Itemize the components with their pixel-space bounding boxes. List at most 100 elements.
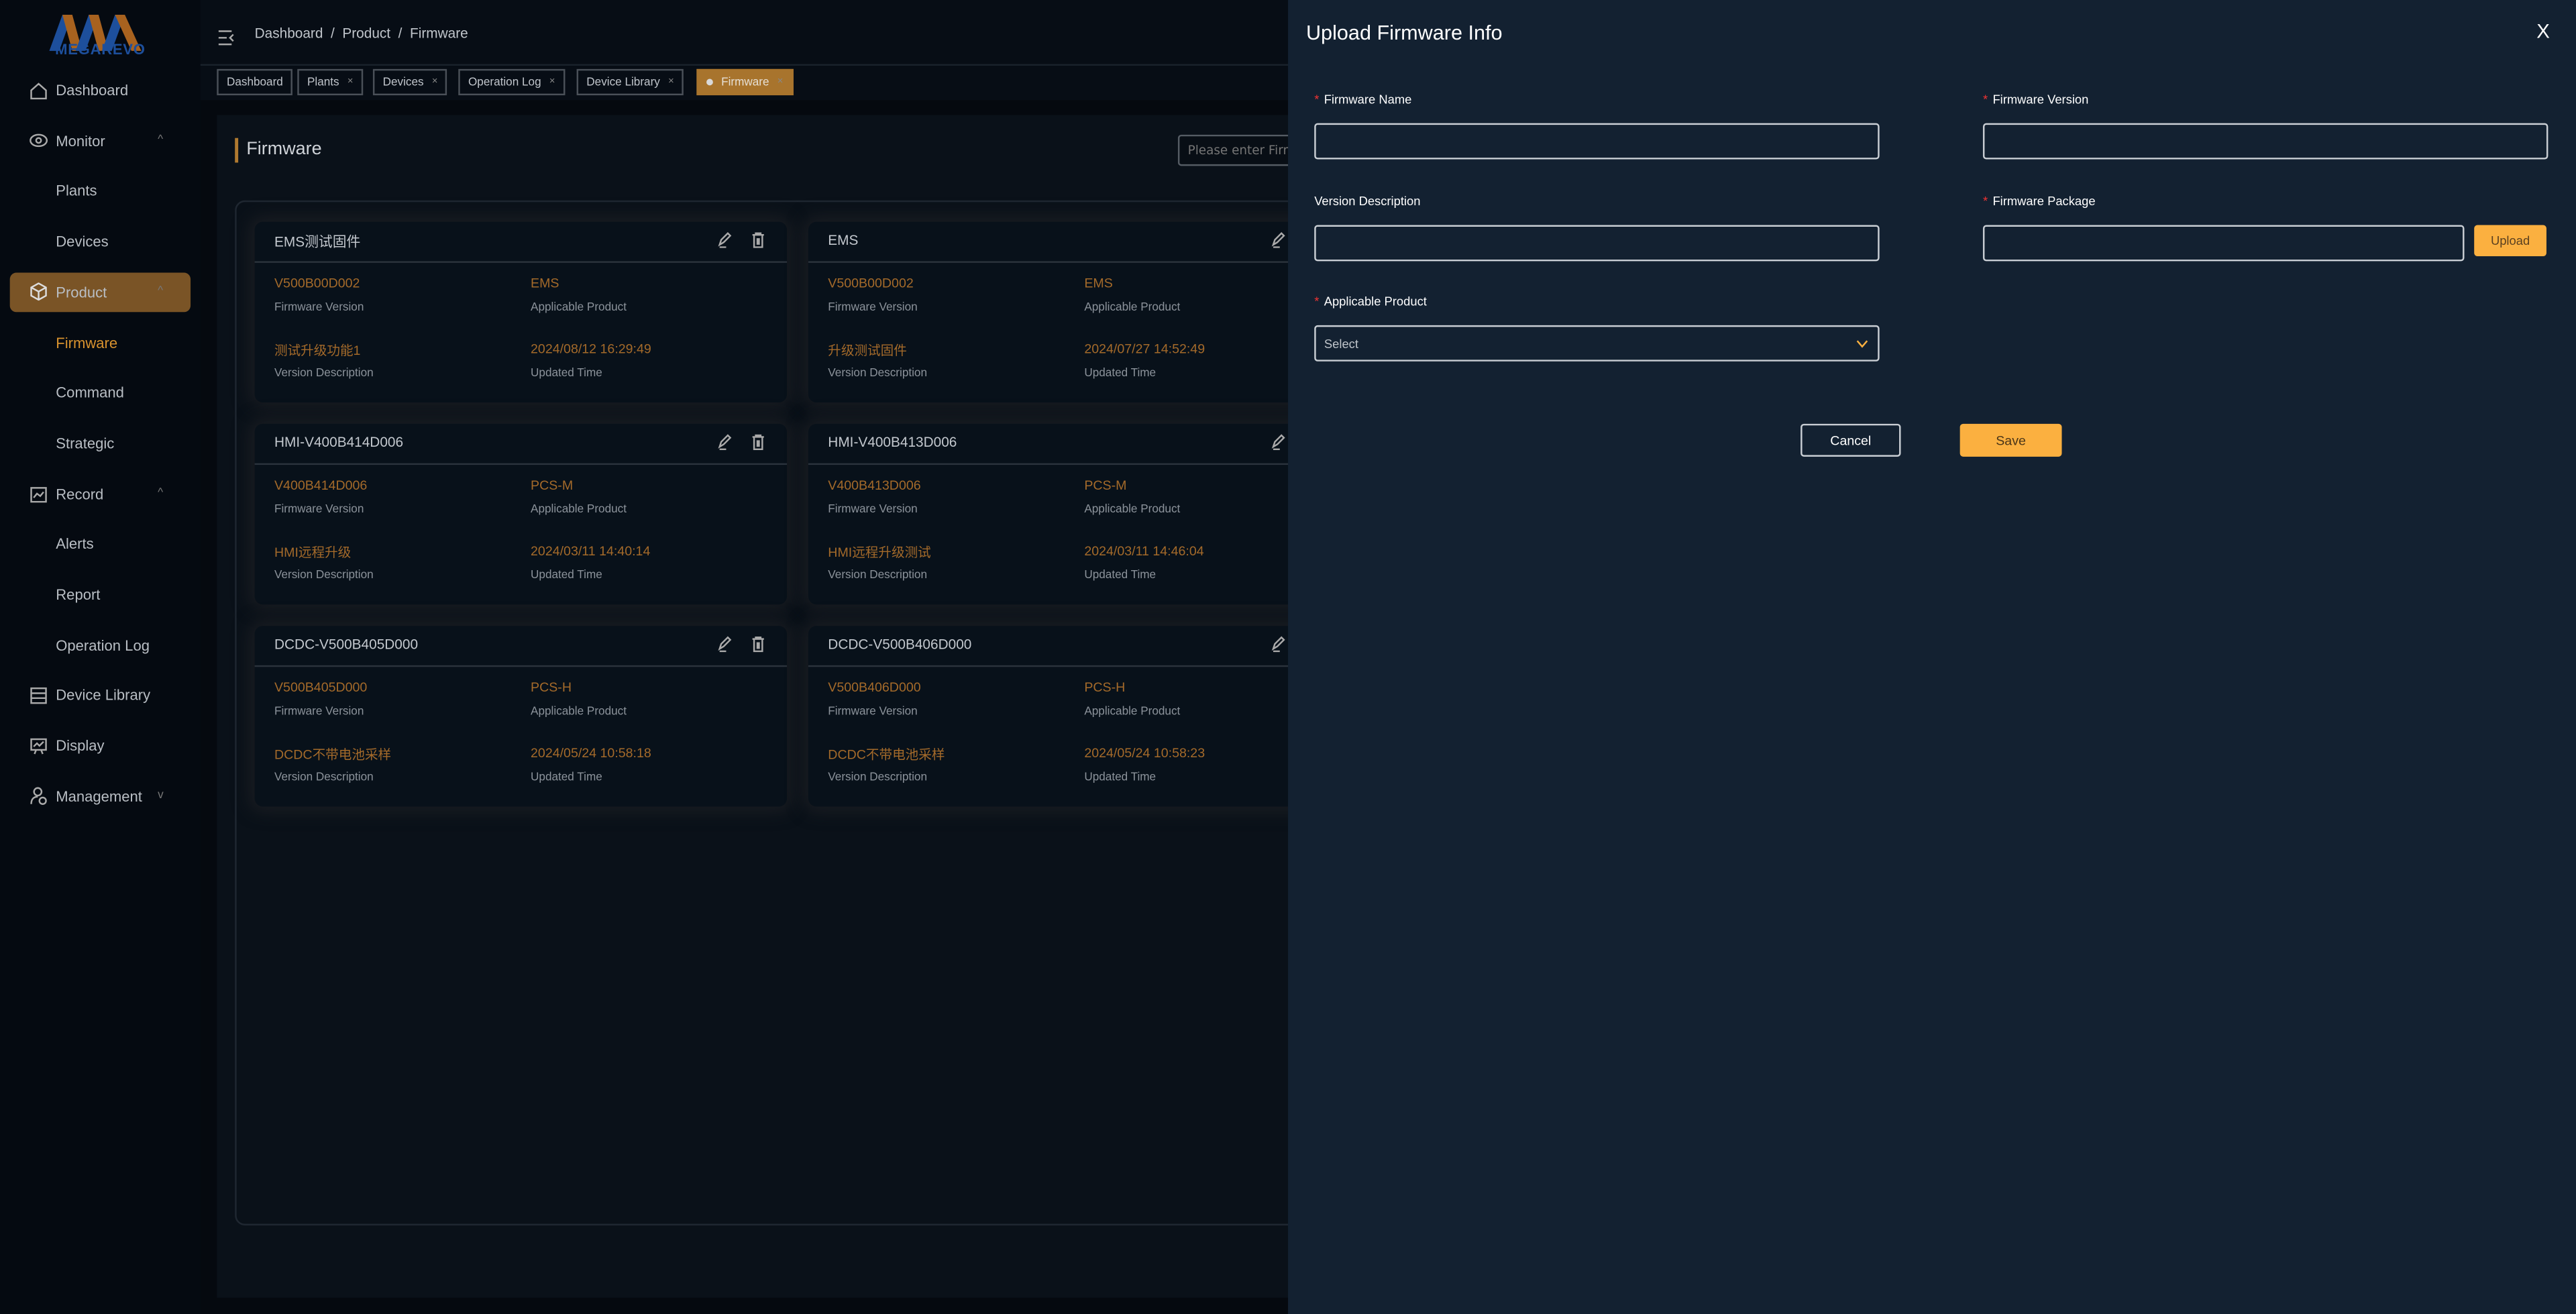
page-title: Firmware	[246, 140, 322, 160]
tab-firmware[interactable]: Firmware ×	[696, 68, 794, 96]
version-description-label: Version Description	[1314, 193, 1421, 209]
version-description-label: Version Description	[274, 368, 374, 380]
sidebar-item-command[interactable]: Command	[0, 373, 201, 413]
close-tab-icon[interactable]: ×	[777, 77, 784, 87]
firmware-name-input[interactable]	[1314, 123, 1880, 160]
firmware-name-label: * Firmware Name	[1314, 92, 1412, 107]
version-description-input[interactable]	[1314, 225, 1880, 262]
firmware-card: EMS测试固件 V500B00D002 Firmware Version EMS…	[254, 221, 788, 403]
edit-icon[interactable]	[718, 434, 733, 451]
sidebar-item-display[interactable]: Display	[0, 726, 201, 766]
sidebar-item-management[interactable]: Management v	[0, 777, 201, 816]
firmware-version-value: V400B414D006	[274, 478, 368, 493]
sidebar-item-label: Command	[56, 384, 124, 402]
collapse-menu-icon[interactable]	[218, 25, 235, 46]
sidebar-item-label: Record	[56, 485, 104, 502]
sidebar-item-record[interactable]: Record ^	[0, 474, 201, 514]
drawer-title: Upload Firmware Info	[1305, 21, 1503, 45]
sidebar-item-label: Monitor	[56, 132, 105, 150]
firmware-version-value: V500B00D002	[828, 276, 914, 291]
tab-device-library[interactable]: Device Library ×	[576, 68, 684, 96]
close-tab-icon[interactable]: ×	[668, 77, 674, 87]
version-description-value: HMI远程升级测试	[828, 545, 931, 561]
firmware-card: DCDC-V500B405D000 V500B405D000 Firmware …	[254, 626, 788, 807]
tab-devices[interactable]: Devices ×	[372, 68, 448, 96]
home-icon	[30, 82, 47, 99]
trash-icon[interactable]	[751, 231, 765, 248]
brand-name: MEGAREVO	[55, 41, 146, 58]
firmware-card: HMI-V400B414D006 V400B414D006 Firmware V…	[254, 423, 788, 605]
updated-time-value: 2024/03/11 14:46:04	[1084, 543, 1204, 559]
chevron-up-icon: ^	[158, 286, 164, 298]
applicable-product-label: Applicable Product	[531, 706, 627, 718]
sidebar-item-report[interactable]: Report	[0, 575, 201, 614]
firmware-card: EMS V500B00D002 Firmware Version EMS App…	[808, 221, 1341, 403]
trash-icon[interactable]	[751, 636, 765, 653]
sidebar-item-product[interactable]: Product ^	[9, 272, 191, 312]
card-divider	[254, 463, 788, 466]
select-placeholder: Select	[1324, 335, 1358, 351]
cancel-button[interactable]: Cancel	[1801, 423, 1901, 457]
sidebar-item-label: Report	[56, 586, 101, 603]
applicable-product-label: Applicable Product	[1084, 706, 1181, 718]
sidebar-item-monitor[interactable]: Monitor ^	[0, 121, 201, 160]
sidebar-item-strategic[interactable]: Strategic	[0, 424, 201, 463]
edit-icon[interactable]	[718, 231, 733, 248]
edit-icon[interactable]	[1271, 636, 1287, 653]
updated-time-value: 2024/05/24 10:58:23	[1084, 745, 1205, 761]
chevron-up-icon: ^	[158, 488, 164, 500]
version-description-label: Version Description	[828, 569, 928, 582]
updated-time-value: 2024/03/11 14:40:14	[531, 543, 651, 559]
sidebar-item-plants[interactable]: Plants	[0, 172, 201, 211]
updated-time-label: Updated Time	[531, 368, 602, 380]
active-dot-icon	[706, 78, 713, 86]
card-divider	[808, 261, 1341, 263]
card-divider	[808, 463, 1341, 466]
close-tab-icon[interactable]: ×	[432, 77, 438, 87]
firmware-card: HMI-V400B413D006 V400B413D006 Firmware V…	[808, 423, 1341, 605]
tab-operation-log[interactable]: Operation Log ×	[458, 68, 566, 96]
updated-time-value: 2024/08/12 16:29:49	[531, 341, 651, 357]
sidebar-item-operation-log[interactable]: Operation Log	[0, 625, 201, 665]
upload-drawer	[1288, 0, 2576, 1314]
card-title: HMI-V400B413D006	[828, 433, 957, 451]
sidebar-item-label: Device Library	[56, 687, 151, 704]
close-tab-icon[interactable]: ×	[347, 77, 354, 87]
trash-icon[interactable]	[751, 434, 765, 451]
firmware-version-input[interactable]	[1982, 123, 2548, 160]
card-divider	[808, 665, 1341, 667]
card-title: EMS测试固件	[274, 233, 361, 250]
upload-button[interactable]: Upload	[2474, 225, 2546, 257]
updated-time-label: Updated Time	[1084, 368, 1157, 380]
applicable-product-label: Applicable Product	[531, 302, 627, 314]
close-icon[interactable]: X	[2536, 19, 2550, 42]
applicable-product-value: PCS-H	[531, 679, 572, 695]
updated-time-label: Updated Time	[1084, 772, 1157, 784]
tab-label: Plants	[307, 76, 339, 89]
sidebar-item-label: Product	[56, 284, 107, 300]
firmware-version-label: Firmware Version	[274, 302, 364, 314]
applicable-product-value: EMS	[531, 276, 559, 291]
version-description-value: DCDC不带电池采样	[274, 747, 392, 763]
tab-dashboard[interactable]: Dashboard	[217, 68, 293, 96]
save-button[interactable]: Save	[1960, 423, 2062, 457]
presentation-icon	[30, 737, 47, 754]
card-title: DCDC-V500B406D000	[828, 635, 972, 653]
close-tab-icon[interactable]: ×	[549, 77, 555, 87]
server-icon	[30, 687, 47, 704]
sidebar-item-device-library[interactable]: Device Library	[0, 675, 201, 715]
sidebar-item-alerts[interactable]: Alerts	[0, 525, 201, 564]
version-description-label: Version Description	[274, 772, 374, 784]
sidebar-item-dashboard[interactable]: Dashboard	[0, 70, 201, 110]
edit-icon[interactable]	[1271, 434, 1287, 451]
tab-plants[interactable]: Plants ×	[297, 68, 364, 96]
edit-icon[interactable]	[718, 636, 733, 653]
tab-label: Device Library	[586, 76, 660, 89]
firmware-card: DCDC-V500B406D000 V500B406D000 Firmware …	[808, 626, 1341, 807]
chevron-up-icon: ^	[158, 135, 164, 147]
applicable-product-select[interactable]: Select	[1314, 325, 1880, 362]
firmware-package-input[interactable]	[1982, 225, 2465, 262]
sidebar-item-firmware[interactable]: Firmware	[0, 323, 201, 362]
sidebar-item-devices[interactable]: Devices	[0, 222, 201, 262]
edit-icon[interactable]	[1271, 231, 1287, 248]
